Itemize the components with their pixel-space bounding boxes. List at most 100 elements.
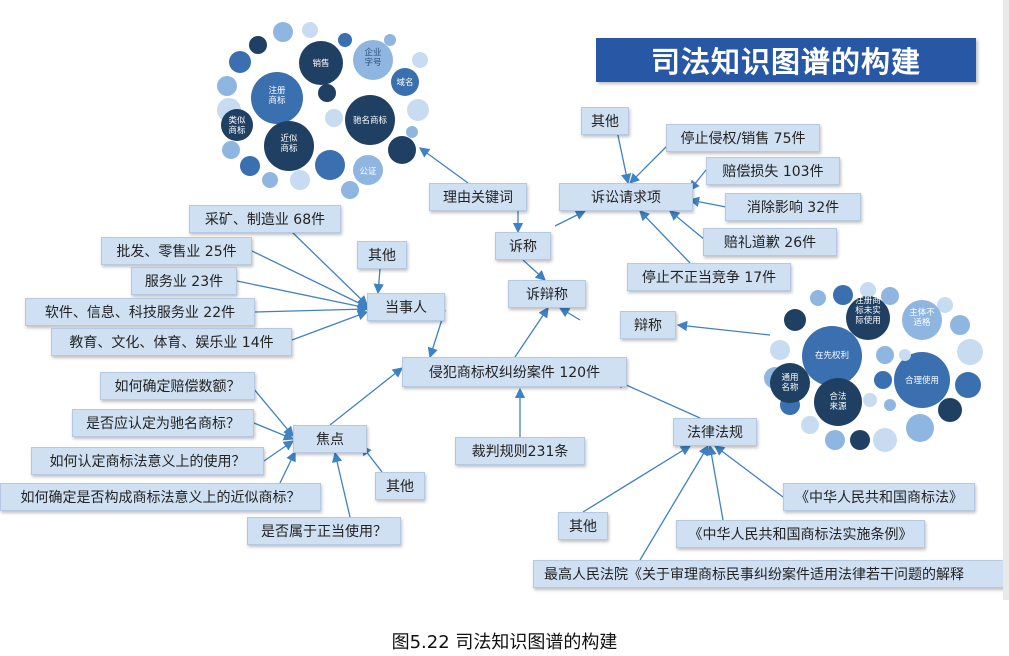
node-focus-q4: 如何确定是否构成商标法意义上的近似商标？ <box>0 483 321 511</box>
bubbles-right-bubble-13 <box>938 398 962 422</box>
bubbles-right-label-0: 注册商标未实际使用 <box>855 295 881 326</box>
bubbles-right-bubble-26 <box>863 393 877 407</box>
node-request-other: 其他 <box>581 107 629 135</box>
bubbles-left-bubble-24 <box>262 172 278 188</box>
bubbles-right-bubble-3 <box>881 287 899 305</box>
bubbles-left-label-6: 近似商标 <box>280 133 298 154</box>
bubbles-left-label-3: 注册商标 <box>268 85 286 106</box>
bubbles-left-bubble-27 <box>341 181 359 199</box>
node-law-trademark: 《中华人民共和国商标法》 <box>783 483 975 511</box>
edge-8 <box>668 210 706 241</box>
edge-22 <box>253 422 295 441</box>
bubbles-left-bubble-22 <box>406 126 418 138</box>
node-party-other: 其他 <box>357 241 407 269</box>
node-core-case: 侵犯商标权纠纷案件 120件 <box>402 357 627 387</box>
node-party-service: 服务业 23件 <box>131 267 237 295</box>
edge-0 <box>418 147 469 184</box>
bubbles-right-bubble-25 <box>874 371 892 389</box>
edge-23 <box>263 440 295 462</box>
bubbles-left-bubble-26 <box>384 34 396 46</box>
bubbles-left-label-5: 类似商标 <box>228 115 246 136</box>
right-bubble-cluster: 注册商标未实际使用主体不适格在先权利合理使用通用名称合法来源 <box>764 282 983 452</box>
bubbles-right-bubble-11 <box>873 428 897 452</box>
node-respond: 辩称 <box>620 311 676 339</box>
node-req-eliminate: 消除影响 32件 <box>725 193 861 221</box>
node-party: 当事人 <box>367 293 445 321</box>
bubbles-right-bubble-0 <box>810 290 826 306</box>
node-claim: 诉称 <box>495 232 551 260</box>
node-req-stop-unfair: 停止不正当竞争 17件 <box>627 263 791 291</box>
bubbles-left-bubble-12 <box>407 99 429 121</box>
edge-30 <box>713 445 784 498</box>
bubbles-left-bubble-2 <box>249 36 267 54</box>
bubbles-left-bubble-8 <box>240 156 260 176</box>
edge-15 <box>251 250 369 308</box>
edge-12 <box>514 306 549 358</box>
node-party-wholesale: 批发、零售业 25件 <box>101 237 252 265</box>
node-defense-claim: 诉辩称 <box>508 280 586 308</box>
bubbles-right-bubble-24 <box>876 346 894 364</box>
edge-7 <box>688 196 727 208</box>
bubbles-left-bubble-7 <box>222 141 240 159</box>
bubbles-left-label-2: 域名 <box>396 77 413 88</box>
edge-31 <box>706 444 724 521</box>
node-party-software: 软件、信息、科技服务业 22件 <box>25 298 255 326</box>
bubbles-right-bubble-4 <box>784 309 806 331</box>
edge-16 <box>236 280 369 312</box>
bubbles-right-bubble-14 <box>955 372 981 398</box>
title-banner: 司法知识图谱的构建 <box>596 38 976 82</box>
node-req-stop-infringe: 停止侵权/销售 75件 <box>666 124 820 152</box>
bubbles-right-label-5: 合法来源 <box>829 391 847 412</box>
node-req-apology: 赔礼道歉 26件 <box>703 228 837 256</box>
edge-25 <box>332 451 351 518</box>
bubbles-left-label-4: 驰名商标 <box>353 115 388 126</box>
bubbles-right-bubble-1 <box>833 285 853 305</box>
node-focus-q5: 是否属于正当使用？ <box>247 517 401 545</box>
edge-28 <box>613 378 701 419</box>
bubbles-right-bubble-16 <box>950 315 970 335</box>
bubbles-left-bubble-21 <box>388 136 416 164</box>
bubbles-left-label-1: 企业字号 <box>364 47 381 68</box>
bubbles-right-bubble-10 <box>850 430 870 450</box>
bubbles-right-bubble-12 <box>906 414 934 442</box>
edge-24 <box>279 450 296 484</box>
bubbles-right-bubble-5 <box>770 340 790 360</box>
bubbles-left-bubble-19 <box>315 150 345 180</box>
node-rules: 裁判规则231条 <box>455 437 585 465</box>
knowledge-graph-diagram: 销售 企业字号 域名 注册商标 驰名商标 类似商标 近似商标 公证 注册商标未实际使用 主体不适… <box>0 0 1009 656</box>
node-focus-q1: 如何确定赔偿数额？ <box>100 372 255 400</box>
edge-17 <box>254 304 369 315</box>
edge-3 <box>522 259 546 281</box>
bubbles-right-bubble-8 <box>801 416 819 434</box>
bubbles-left-bubble-0 <box>273 22 293 42</box>
bubbles-right-bubble-9 <box>825 430 845 450</box>
node-reason-keyword: 理由关键词 <box>429 183 527 211</box>
node-law-implementation: 《中华人民共和国商标法实施条例》 <box>676 520 925 548</box>
node-focus-q3: 如何认定商标法意义上的使用？ <box>31 447 264 475</box>
left-bubble-cluster: 销售 企业字号域名注册商标驰名商标 类似商标近似商标公证 <box>217 22 429 199</box>
node-litigation-request: 诉讼请求项 <box>559 183 693 211</box>
edge-2 <box>554 210 587 227</box>
node-focus-q2: 是否应认定为驰名商标？ <box>72 409 254 437</box>
figure-caption: 图5.22 司法知识图谱的构建 <box>391 632 618 653</box>
edge-14 <box>291 231 368 306</box>
bubbles-left-bubble-17 <box>325 109 343 127</box>
node-focus-other: 其他 <box>375 472 425 500</box>
edge-20 <box>329 367 404 426</box>
bubbles-right-label-2: 在先权利 <box>815 350 849 361</box>
edge-10 <box>558 307 581 321</box>
node-law-other: 其他 <box>558 512 608 540</box>
node-law: 法律法规 <box>673 418 757 446</box>
node-focus: 焦点 <box>293 425 367 453</box>
bubbles-left-bubble-28 <box>412 52 428 68</box>
bubbles-left-label-0: 销售 <box>312 58 329 69</box>
bubbles-right-label-4: 通用名称 <box>781 372 799 393</box>
bubbles-left-bubble-18 <box>318 84 336 102</box>
bubbles-right-bubble-28 <box>899 349 911 361</box>
edge-13 <box>373 268 384 295</box>
bubbles-left-bubble-3 <box>229 51 251 73</box>
edge-18 <box>291 310 369 341</box>
bubbles-left-bubble-25 <box>338 33 352 47</box>
node-party-mining: 采矿、制造业 68件 <box>189 205 341 233</box>
node-party-education: 教育、文化、体育、娱乐业 14件 <box>51 328 292 356</box>
